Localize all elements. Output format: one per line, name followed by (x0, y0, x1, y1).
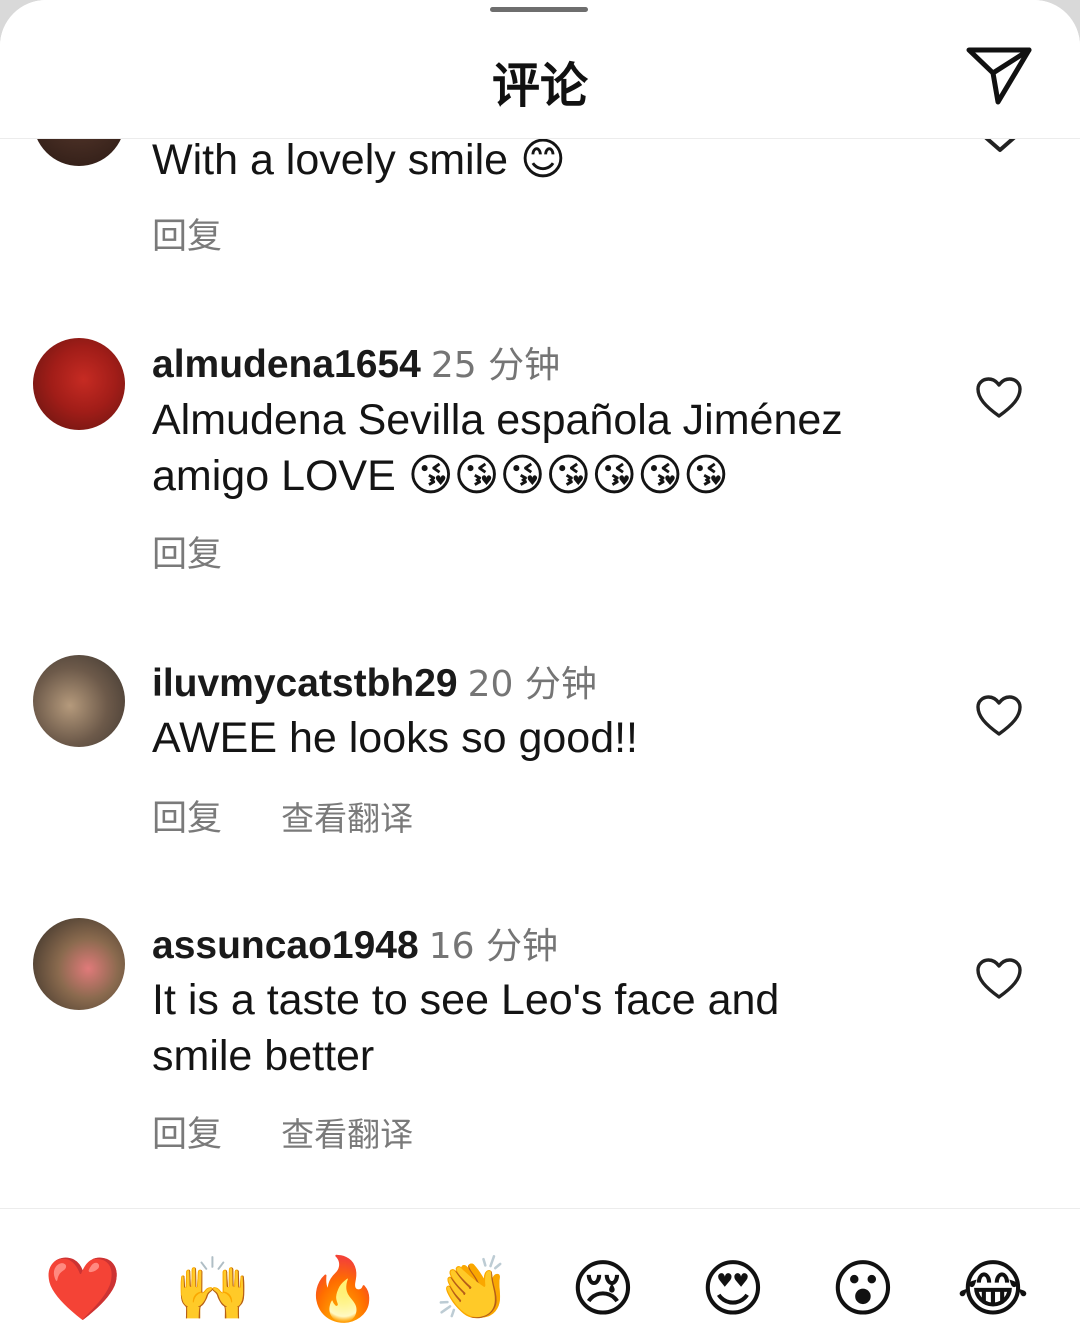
comment-text: It is a taste to see Leo's face and smil… (152, 976, 780, 1080)
comments-sheet: With a lovely smile 😊 回复 almudena1654 25 … (0, 0, 1080, 1330)
see-translation-button[interactable]: 查看翻译 (281, 792, 413, 840)
comment-actions: 回复 查看翻译 (152, 1106, 461, 1157)
like-heart-icon[interactable] (975, 694, 1023, 738)
comment-actions: 回复 (152, 208, 270, 259)
comment-meta: iluvmycatstbh29 20 分钟 (152, 655, 597, 707)
comment-meta: assuncao1948 16 分钟 (152, 917, 558, 969)
comment-text: Almudena Sevilla española Jiménez amigo … (152, 396, 843, 501)
username[interactable]: almudena1654 (152, 343, 421, 386)
page-title: 评论 (491, 58, 588, 114)
timestamp: 25 分钟 (430, 345, 561, 386)
reply-button[interactable]: 回复 (152, 208, 222, 259)
comment-actions: 回复 (152, 526, 270, 577)
reaction-heart[interactable]: ❤️ (38, 1249, 128, 1329)
avatar[interactable] (33, 655, 125, 747)
reply-button[interactable]: 回复 (152, 790, 222, 841)
reaction-laughing[interactable]: 😂 (948, 1249, 1038, 1329)
timestamp: 20 分钟 (467, 664, 597, 705)
avatar[interactable] (33, 918, 125, 1010)
like-heart-icon[interactable] (975, 957, 1023, 1001)
paper-plane-icon[interactable] (964, 44, 1034, 106)
comment-actions: 回复 查看翻译 (152, 790, 461, 841)
username[interactable]: assuncao1948 (152, 924, 419, 967)
like-heart-icon[interactable] (975, 376, 1023, 420)
comments-list[interactable]: With a lovely smile 😊 回复 almudena1654 25 … (0, 0, 1080, 1208)
reaction-crying[interactable]: 😢 (558, 1249, 648, 1329)
see-translation-button[interactable]: 查看翻译 (281, 1108, 413, 1156)
reaction-raised-hands[interactable]: 🙌 (168, 1249, 258, 1329)
comment-text: AWEE he looks so good!! (152, 714, 638, 762)
reaction-heart-eyes[interactable]: 😍 (688, 1249, 778, 1329)
drag-handle[interactable] (490, 7, 588, 12)
sheet-header: 评论 (0, 0, 1080, 139)
comment-meta: almudena1654 25 分钟 (152, 336, 560, 388)
avatar[interactable] (33, 338, 125, 430)
quick-reactions-bar: ❤️ 🙌 🔥 👏 😢 😍 😮 😂 (0, 1208, 1080, 1330)
reaction-surprised[interactable]: 😮 (818, 1249, 908, 1329)
timestamp: 16 分钟 (428, 926, 558, 967)
reply-button[interactable]: 回复 (152, 1106, 222, 1157)
comment-text: With a lovely smile 😊 (152, 134, 566, 185)
reaction-fire[interactable]: 🔥 (298, 1249, 388, 1329)
reaction-clap[interactable]: 👏 (428, 1249, 518, 1329)
username[interactable]: iluvmycatstbh29 (152, 662, 458, 705)
reply-button[interactable]: 回复 (152, 526, 222, 577)
